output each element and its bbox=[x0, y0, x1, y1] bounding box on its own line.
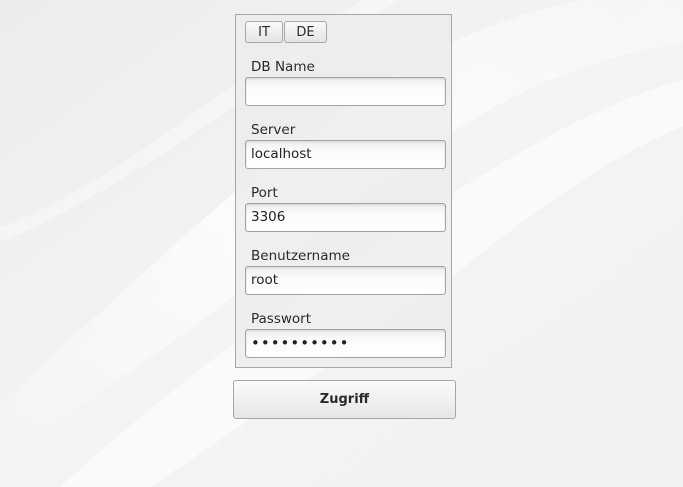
password-masked-value: •••••••••• bbox=[251, 334, 350, 352]
submit-access-button[interactable]: Zugriff bbox=[233, 380, 456, 419]
language-de-button[interactable]: DE bbox=[284, 21, 327, 43]
port-input[interactable]: 3306 bbox=[245, 203, 446, 232]
db-name-label: DB Name bbox=[251, 59, 315, 75]
username-label: Benutzername bbox=[251, 248, 350, 264]
port-label: Port bbox=[251, 185, 278, 201]
server-label: Server bbox=[251, 122, 296, 138]
password-label: Passwort bbox=[251, 311, 312, 327]
language-it-button[interactable]: IT bbox=[245, 21, 283, 43]
db-name-input[interactable] bbox=[245, 77, 446, 106]
server-input[interactable]: localhost bbox=[245, 140, 446, 169]
connection-form-panel: IT DE DB Name Server localhost Port 3306… bbox=[235, 14, 452, 368]
username-input[interactable]: root bbox=[245, 266, 446, 295]
password-input[interactable]: •••••••••• bbox=[245, 329, 446, 358]
